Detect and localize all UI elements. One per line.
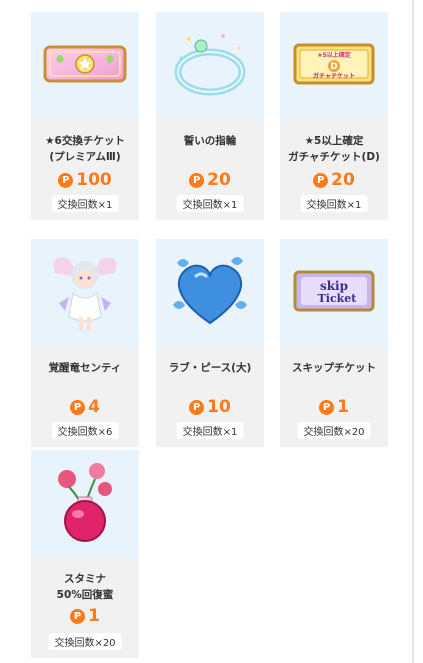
coin-icon: P [319, 399, 335, 415]
item-thumbnail: skip Ticket [280, 239, 388, 346]
coin-icon: P [313, 172, 329, 188]
shop-item-gacha-ticket-d[interactable]: ★5以上確定 D ガチャチケット ★5以上確定 ガチャチケット(D) P 20 … [280, 12, 388, 220]
item-price: P 10 [156, 396, 264, 418]
item-name: 覚醒竜センティ [48, 362, 122, 374]
scrollbar[interactable] [412, 0, 414, 663]
shop-item-premium-ticket[interactable]: ★6交換チケット (プレミアムⅢ) P 100 交換回数×1 [31, 12, 139, 220]
shop-item-skip-ticket[interactable]: skip Ticket スキップチケット P 1 交換回数×20 [280, 239, 388, 447]
coin-icon: P [189, 399, 205, 415]
dragon-sentry-icon [45, 243, 125, 343]
item-price-value: 20 [331, 170, 355, 190]
shop-item-love-piece-large[interactable]: ラブ・ピース(大) P 10 交換回数×1 [156, 239, 264, 447]
coin-icon: P [70, 608, 86, 624]
item-price-value: 100 [76, 170, 112, 190]
item-exchange-limit: 交換回数×6 [51, 422, 119, 439]
item-price-value: 20 [207, 170, 231, 190]
item-price: P 4 [31, 396, 139, 418]
item-price-value: 1 [88, 606, 100, 626]
item-thumbnail [31, 450, 139, 557]
heart-icon [165, 249, 255, 337]
ticket-premium-icon [42, 39, 128, 93]
item-price-value: 10 [207, 397, 231, 417]
skip-ticket-word-2: Ticket [318, 292, 358, 305]
item-name: ラブ・ピース(大) [168, 362, 252, 374]
item-thumbnail [31, 239, 139, 346]
coin-icon: P [58, 172, 74, 188]
item-price-value: 4 [88, 397, 100, 417]
shop-item-stamina-honey[interactable]: スタミナ 50%回復蜜 P 1 交換回数×20 [31, 450, 139, 658]
skip-ticket-word-1: skip [320, 279, 348, 293]
shop-item-grid: ★6交換チケット (プレミアムⅢ) P 100 交換回数×1 誓いの指輪 P 2… [0, 0, 412, 663]
item-exchange-limit: 交換回数×1 [51, 195, 119, 212]
item-name: スキップチケット [292, 362, 376, 374]
item-exchange-limit: 交換回数×1 [300, 195, 368, 212]
coin-icon: P [189, 172, 205, 188]
item-exchange-limit: 交換回数×20 [297, 422, 371, 439]
item-name: スタミナ 50%回復蜜 [56, 573, 114, 601]
item-thumbnail [31, 12, 139, 119]
item-exchange-limit: 交換回数×1 [176, 422, 244, 439]
item-price: P 20 [280, 169, 388, 191]
shop-item-oath-ring[interactable]: 誓いの指輪 P 20 交換回数×1 [156, 12, 264, 220]
item-price: P 100 [31, 169, 139, 191]
item-thumbnail [156, 12, 264, 119]
item-name: 誓いの指輪 [183, 135, 237, 147]
coin-icon: P [70, 399, 86, 415]
item-name: ★6交換チケット (プレミアムⅢ) [45, 135, 125, 163]
stamina-potion-icon [45, 457, 125, 551]
item-thumbnail: ★5以上確定 D ガチャチケット [280, 12, 388, 119]
gacha-ticket-top-text: ★5以上確定 [317, 51, 351, 59]
gacha-ticket-icon: ★5以上確定 D ガチャチケット [292, 40, 376, 92]
item-price-value: 1 [337, 397, 349, 417]
skip-ticket-icon: skip Ticket [292, 266, 376, 320]
item-exchange-limit: 交換回数×1 [176, 195, 244, 212]
gacha-ticket-letter: D [330, 62, 337, 72]
gacha-ticket-bottom-text: ガチャチケット [313, 72, 355, 80]
item-price: P 1 [280, 396, 388, 418]
item-thumbnail [156, 239, 264, 346]
ring-icon [165, 24, 255, 108]
item-name: ★5以上確定 ガチャチケット(D) [288, 135, 380, 163]
item-price: P 1 [31, 605, 139, 627]
shop-item-awakened-dragon[interactable]: 覚醒竜センティ P 4 交換回数×6 [31, 239, 139, 447]
item-exchange-limit: 交換回数×20 [48, 633, 122, 650]
item-price: P 20 [156, 169, 264, 191]
